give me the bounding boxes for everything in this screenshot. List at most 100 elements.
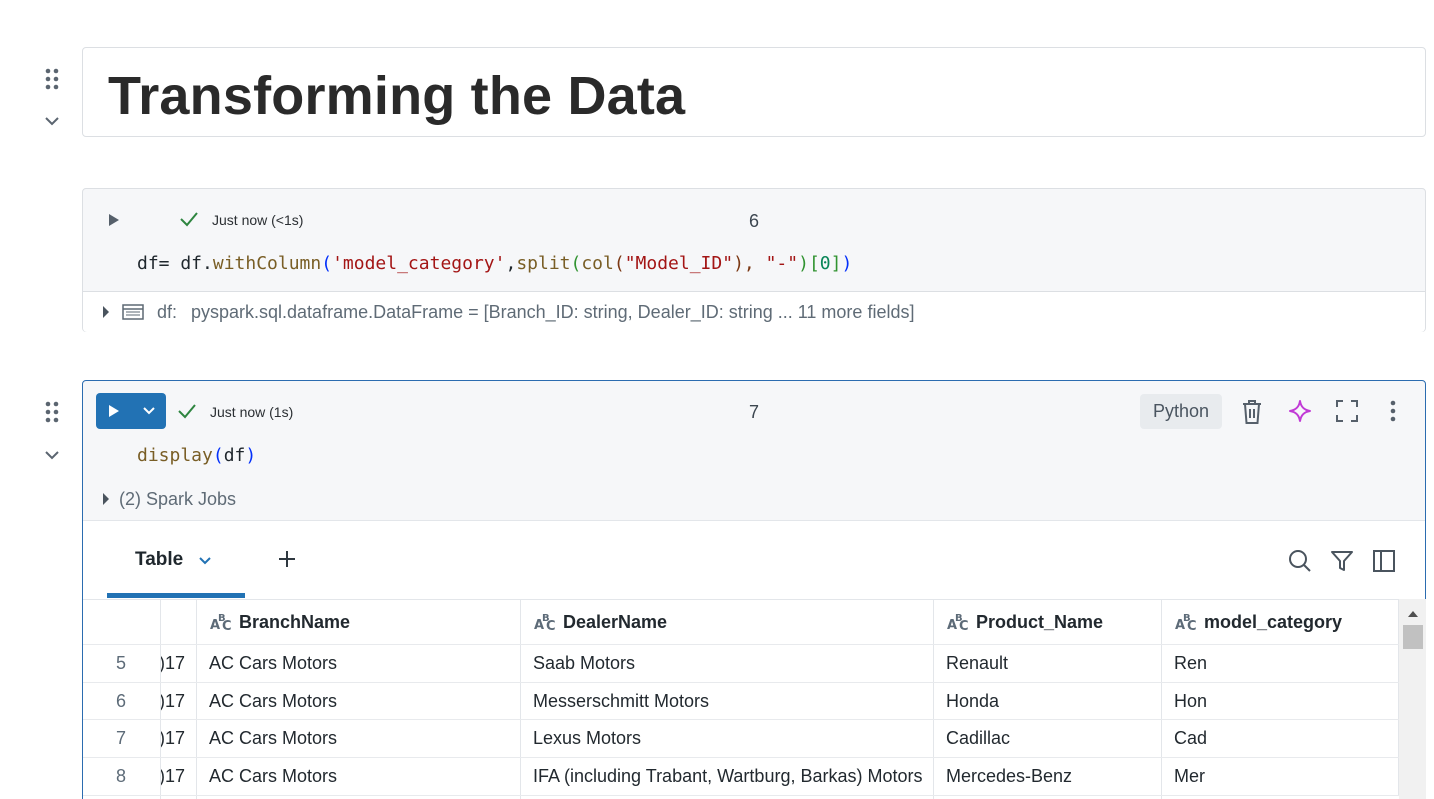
code-token: ( [570,253,582,274]
table-cell[interactable]: Lexus Motors [521,720,934,757]
scroll-up-arrow-icon[interactable] [1407,605,1419,623]
cell-output: Table A B C BranchName A B C DealerName A B C Produ… [83,520,1426,799]
table-cell[interactable]: )17 [161,645,197,682]
assistant-sparkle-icon[interactable] [1288,399,1312,428]
table-cell[interactable]: )17 [161,758,197,795]
code-token: 'model_category' [332,253,506,274]
table-row[interactable]: 7)17 AC Cars Motors Lexus Motors Cadillac Ca… [83,720,1399,758]
filter-icon[interactable] [1330,549,1354,578]
code-cell-7[interactable]: Just now (1s) 7 Python display(df) (2) S… [82,380,1426,799]
execution-status: Just now (<1s) [212,212,304,228]
table-cell[interactable]: )17 [161,720,197,757]
spark-jobs-toggle[interactable]: (2) Spark Jobs [119,489,236,510]
code-cell-6[interactable]: Just now (<1s) 6 df= df.withColumn('mode… [82,188,1426,332]
column-header-label: BranchName [239,611,351,632]
row-number: 8 [83,758,161,795]
code-token: "-" [765,253,799,274]
table-row[interactable]: 6)17 AC Cars Motors Messerschmitt Motors Ho… [83,683,1399,720]
column-header[interactable]: A B C model_category [1162,600,1399,644]
scrollbar-thumb[interactable] [1403,625,1423,649]
code-token: df [223,445,246,466]
expand-triangle-icon[interactable] [102,492,110,511]
play-icon [109,405,119,417]
table-cell[interactable]: Honda [934,683,1162,719]
column-header[interactable]: A B C DealerName [521,600,934,644]
row-number: 7 [83,720,161,757]
sidebar-panel-icon[interactable] [1372,549,1396,578]
run-options-dropdown[interactable] [132,393,166,429]
table-cell[interactable]: IFA (including Trabant, Wartburg, Barkas… [521,758,934,795]
code-line[interactable]: display(df) [137,445,256,467]
column-header[interactable]: A B C BranchName [197,600,521,644]
string-type-icon: ABC [534,613,556,632]
code-token: ) [245,445,257,466]
table-row[interactable]: 8)17 AC Cars Motors IFA (including Trabant… [83,758,1399,796]
search-icon[interactable] [1288,549,1312,578]
string-type-icon: ABC [1175,613,1197,632]
drag-handle-icon[interactable] [43,67,61,91]
table-cell[interactable]: Hon [1162,683,1399,719]
success-check-icon [179,211,199,232]
code-token: ) [798,253,809,274]
code-token: ( [212,445,224,466]
table-cell[interactable]: )17 [161,683,197,719]
code-token: display [137,445,213,466]
table-row[interactable]: 5)17 AC Cars Motors Saab Motors Renault Ren [83,645,1399,683]
table-cell[interactable]: AC Cars Motors [197,720,521,757]
execution-count: 7 [749,402,760,422]
add-visualization-plus-icon[interactable] [277,549,297,574]
svg-text:C: C [959,619,969,632]
table-scrollbar[interactable] [1399,599,1426,799]
table-cell[interactable]: Mer [1162,758,1399,795]
active-tab-indicator [107,593,245,598]
table-cell[interactable]: Renault [934,645,1162,682]
column-header[interactable] [83,600,161,644]
table-header-row: A B C BranchName A B C DealerName A B C Product_Nam… [83,600,1399,645]
collapse-cell-chevron-icon[interactable] [43,448,61,462]
more-options-icon[interactable] [1389,400,1397,427]
expand-triangle-icon[interactable] [102,305,110,324]
string-type-icon: ABC [210,613,232,632]
result-variable-name: df: [157,302,178,322]
data-table: A B C BranchName A B C DealerName A B C Product_Nam… [83,599,1399,799]
table-cell[interactable]: AC Cars Motors [197,645,521,682]
code-token: split [516,253,571,274]
table-cell[interactable]: Saab Motors [521,645,934,682]
tab-label: Table [135,549,184,570]
drag-handle-icon[interactable] [43,400,61,424]
cell-result-bar: df: pyspark.sql.dataframe.DataFrame = [B… [83,291,1425,332]
tab-table[interactable]: Table [107,521,245,598]
table-cell[interactable]: AC Cars Motors [197,683,521,719]
language-selector[interactable]: Python [1140,394,1222,429]
column-header-label: Product_Name [976,611,1104,632]
code-token: , [505,253,517,274]
code-token: col [581,253,614,274]
code-token: ( [321,253,333,274]
success-check-icon [177,403,197,424]
table-cell[interactable]: Cad [1162,720,1399,757]
code-token: ), [733,253,766,274]
execution-count: 6 [749,211,760,231]
dataframe-table-icon [122,304,144,325]
run-cell-button[interactable] [96,393,132,429]
trash-icon[interactable] [1241,399,1263,430]
fullscreen-icon[interactable] [1336,400,1358,427]
markdown-heading: Transforming the Data [108,66,686,126]
table-cell[interactable]: AC Cars Motors [197,758,521,795]
run-split-button[interactable] [96,393,166,429]
collapse-cell-chevron-icon[interactable] [43,114,61,128]
table-cell[interactable]: Mercedes-Benz [934,758,1162,795]
column-header[interactable] [161,600,197,644]
execution-status: Just now (1s) [210,404,294,420]
chevron-down-icon[interactable] [198,553,212,571]
code-line[interactable]: df= df.withColumn('model_category',split… [137,253,852,275]
markdown-cell[interactable]: Transforming the Data [82,47,1426,137]
table-cell[interactable]: Cadillac [934,720,1162,757]
code-token: "Model_ID" [624,253,734,274]
table-cell[interactable]: Ren [1162,645,1399,682]
run-cell-icon[interactable] [107,212,121,233]
svg-text:C: C [1187,619,1197,632]
column-header[interactable]: A B C Product_Name [934,600,1162,644]
table-cell[interactable]: Messerschmitt Motors [521,683,934,719]
code-token: ] [830,253,842,274]
